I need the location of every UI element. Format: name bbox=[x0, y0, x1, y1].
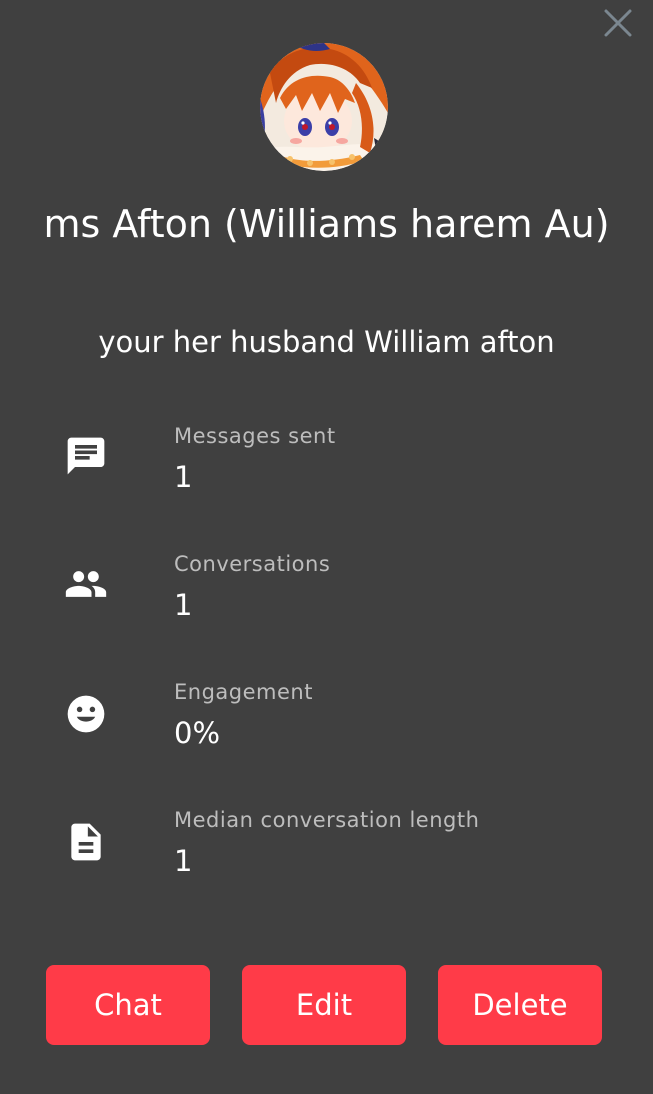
stat-value: 1 bbox=[174, 844, 193, 878]
chat-button[interactable]: Chat bbox=[46, 965, 210, 1045]
stat-conversations: Conversations 1 bbox=[0, 552, 653, 652]
smiley-icon bbox=[64, 692, 108, 736]
character-description: your her husband William afton bbox=[98, 325, 555, 359]
close-button[interactable] bbox=[603, 8, 633, 38]
stat-value: 1 bbox=[174, 460, 193, 494]
document-icon bbox=[64, 820, 108, 864]
character-name: ms Afton (Williams harem Au) bbox=[43, 202, 610, 246]
close-icon bbox=[604, 9, 632, 37]
delete-button[interactable]: Delete bbox=[438, 965, 602, 1045]
stat-label: Engagement bbox=[174, 680, 313, 704]
character-stats-panel: ms Afton (Williams harem Au) your her hu… bbox=[0, 0, 653, 1094]
message-icon bbox=[64, 434, 108, 478]
stat-median-conversation-length: Median conversation length 1 bbox=[0, 808, 653, 908]
stat-value: 0% bbox=[174, 716, 221, 750]
people-icon bbox=[64, 562, 108, 606]
stat-label: Median conversation length bbox=[174, 808, 480, 832]
stat-messages-sent: Messages sent 1 bbox=[0, 424, 653, 524]
stat-engagement: Engagement 0% bbox=[0, 680, 653, 780]
avatar bbox=[260, 43, 388, 171]
stat-label: Messages sent bbox=[174, 424, 336, 448]
stat-value: 1 bbox=[174, 588, 193, 622]
stat-label: Conversations bbox=[174, 552, 331, 576]
edit-button[interactable]: Edit bbox=[242, 965, 406, 1045]
